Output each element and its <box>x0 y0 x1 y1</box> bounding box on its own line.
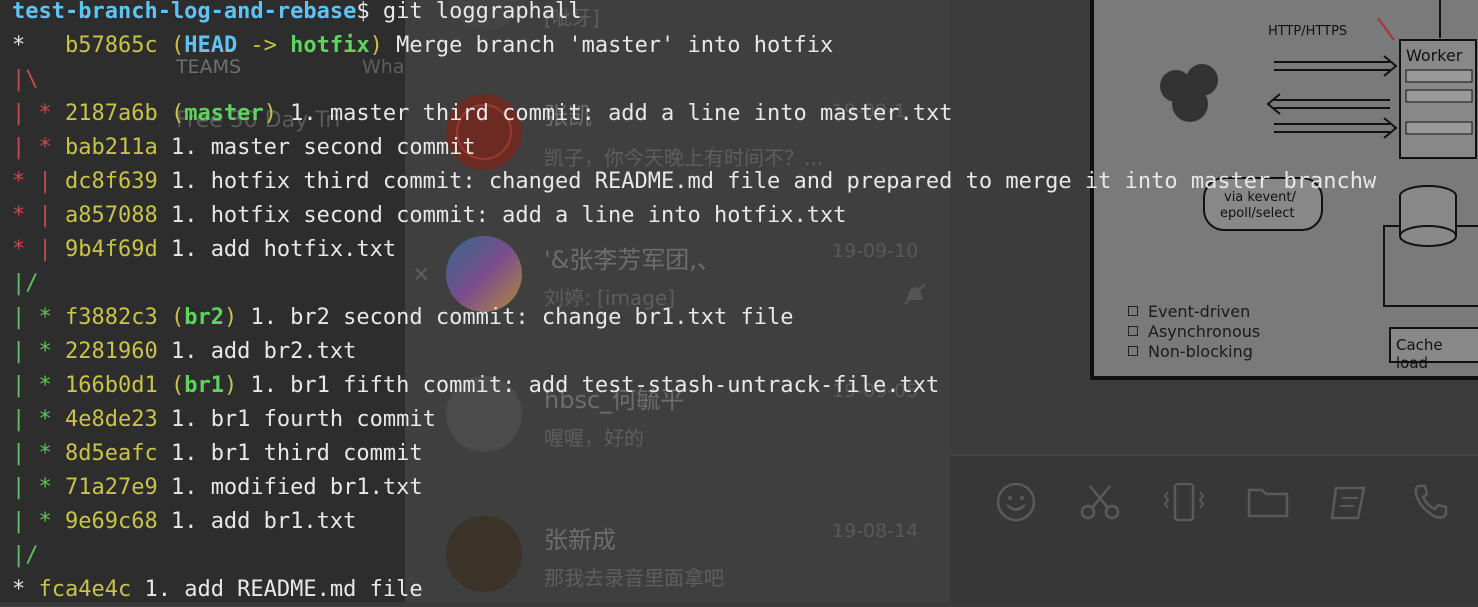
commit-message: 1. br2 second commit: change br1.txt fil… <box>237 305 794 330</box>
branch-ref: br1 <box>184 373 224 398</box>
ref-paren: ( <box>170 33 185 58</box>
graph-glyph: * | <box>12 169 65 194</box>
head-ref: HEAD <box>184 33 238 58</box>
ref-paren: ( <box>170 373 185 398</box>
ref-paren: ) <box>223 305 238 330</box>
git-log-line: |/ <box>12 539 39 573</box>
branch-ref: br2 <box>184 305 224 330</box>
git-log-line: | * bab211a 1. master second commit <box>12 131 476 165</box>
git-log-line: |/ <box>12 267 39 301</box>
git-log-line: * | 9b4f69d 1. add hotfix.txt <box>12 233 396 267</box>
graph-glyph: |/ <box>12 543 39 568</box>
graph-glyph: | * <box>12 305 65 330</box>
git-log-line: | * 2281960 1. add br2.txt <box>12 335 356 369</box>
git-log-line: |\ <box>12 63 39 97</box>
graph-glyph: | * <box>12 339 65 364</box>
commit-hash: fca4e4c <box>38 577 132 602</box>
commit-hash: 2187a6b <box>64 101 158 126</box>
commit-hash: 4e8de23 <box>64 407 158 432</box>
graph-glyph: | * <box>12 135 65 160</box>
commit-message: Merge branch 'master' into hotfix <box>382 33 834 58</box>
commit-message: 1. add README.md file <box>144 577 423 602</box>
git-log-line: | * 166b0d1 (br1) 1. br1 fifth commit: a… <box>12 369 939 403</box>
git-log-line: | * f3882c3 (br2) 1. br2 second commit: … <box>12 301 794 335</box>
git-log-line: * b57865c (HEAD -> hotfix) Merge branch … <box>12 29 833 63</box>
commit-message: 1. add br2.txt <box>170 339 357 364</box>
git-log-line: | * 71a27e9 1. modified br1.txt <box>12 471 423 505</box>
git-log-line: * | a857088 1. hotfix second commit: add… <box>12 199 846 233</box>
commit-message: 1. master second commit <box>170 135 476 160</box>
commit-hash: 2281960 <box>64 339 158 364</box>
commit-hash: a857088 <box>64 203 158 228</box>
commit-message: 1. add hotfix.txt <box>170 237 397 262</box>
commit-hash: 9e69c68 <box>64 509 158 534</box>
branch-ref: hotfix <box>290 33 370 58</box>
prompt-command: $ git loggraphall <box>356 0 582 24</box>
graph-glyph: * <box>12 577 39 602</box>
graph-glyph: | * <box>12 101 65 126</box>
branch-ref: master <box>184 101 264 126</box>
graph-glyph: | * <box>12 475 65 500</box>
commit-message: 1. br1 fourth commit <box>170 407 436 432</box>
ref-paren: ) <box>223 373 238 398</box>
command-prompt: test-branch-log-and-rebase$ git loggraph… <box>12 0 582 29</box>
commit-message: 1. br1 third commit <box>170 441 423 466</box>
git-log-line: | * 8d5eafc 1. br1 third commit <box>12 437 423 471</box>
commit-message: 1. br1 fifth commit: add test-stash-untr… <box>237 373 940 398</box>
commit-message: 1. hotfix third commit: changed README.m… <box>170 169 1377 194</box>
graph-glyph: |/ <box>12 271 39 296</box>
commit-hash: 166b0d1 <box>64 373 158 398</box>
commit-hash: dc8f639 <box>64 169 158 194</box>
graph-glyph: |\ <box>12 67 39 92</box>
graph-glyph: * | <box>12 203 65 228</box>
git-log-line: | * 2187a6b (master) 1. master third com… <box>12 97 952 131</box>
git-log-line: * | dc8f639 1. hotfix third commit: chan… <box>12 165 1376 199</box>
graph-glyph: | * <box>12 441 65 466</box>
commit-hash: f3882c3 <box>64 305 158 330</box>
git-log-line: | * 4e8de23 1. br1 fourth commit <box>12 403 436 437</box>
graph-glyph: * <box>12 33 65 58</box>
commit-hash: b57865c <box>64 33 158 58</box>
ref-paren: ) <box>263 101 277 126</box>
commit-message: 1. add br1.txt <box>170 509 357 534</box>
graph-glyph: | * <box>12 407 65 432</box>
commit-message: 1. master third commit: add a line into … <box>276 101 953 126</box>
commit-hash: bab211a <box>64 135 158 160</box>
ref-paren: ( <box>170 101 185 126</box>
git-log-line: | * 9e69c68 1. add br1.txt <box>12 505 356 539</box>
commit-hash: 8d5eafc <box>64 441 158 466</box>
graph-glyph: | * <box>12 509 65 534</box>
ref-paren: ( <box>170 305 185 330</box>
commit-message: 1. modified br1.txt <box>170 475 423 500</box>
graph-glyph: | * <box>12 373 65 398</box>
ref-paren: ) <box>369 33 383 58</box>
terminal-window[interactable]: test-branch-log-and-rebase$ git loggraph… <box>0 0 1478 602</box>
graph-glyph: * | <box>12 237 65 262</box>
commit-hash: 9b4f69d <box>64 237 158 262</box>
commit-hash: 71a27e9 <box>64 475 158 500</box>
prompt-directory: test-branch-log-and-rebase <box>12 0 357 24</box>
commit-message: 1. hotfix second commit: add a line into… <box>170 203 847 228</box>
ref-arrow: -> <box>237 33 291 58</box>
